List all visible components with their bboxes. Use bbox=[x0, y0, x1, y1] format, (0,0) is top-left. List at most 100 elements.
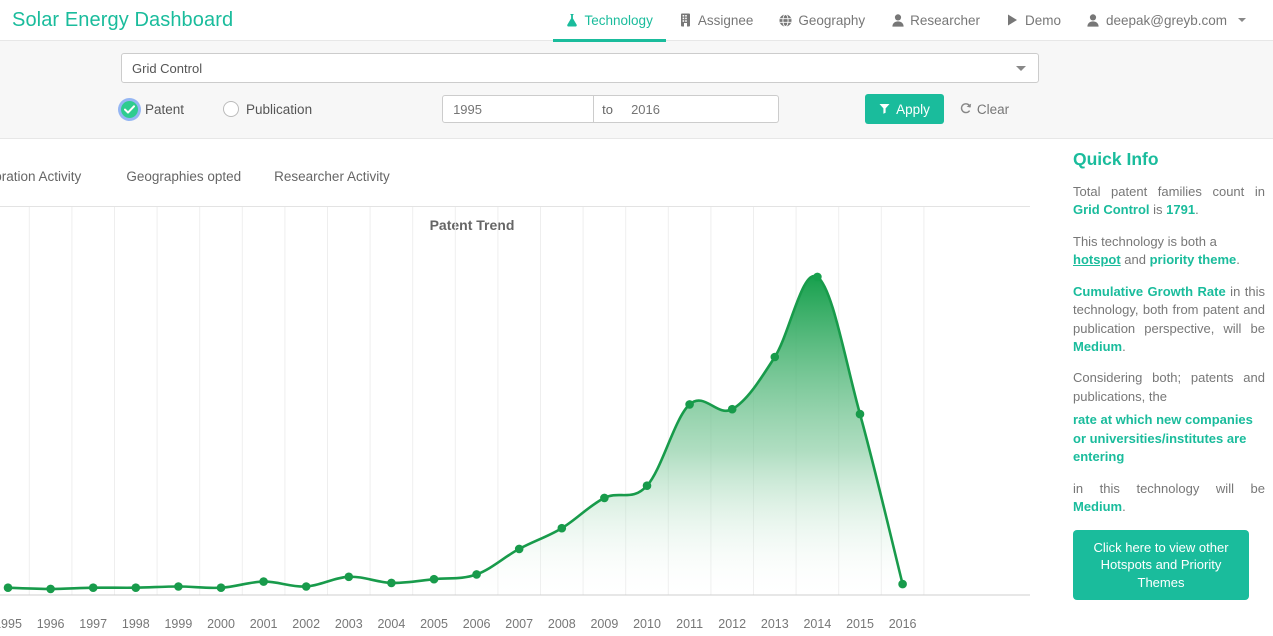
chart-point-2014[interactable] bbox=[813, 272, 822, 282]
top-navbar: Solar Energy Dashboard Technology Assign… bbox=[0, 0, 1273, 42]
nav-item-user-account[interactable]: deepak@greyb.com bbox=[1074, 0, 1259, 41]
chart-point-2001[interactable] bbox=[259, 577, 268, 586]
nav-label: Assignee bbox=[697, 12, 754, 28]
chart-point-1997[interactable] bbox=[88, 583, 98, 592]
qi-text: and bbox=[1120, 252, 1150, 268]
technology-select-value: Grid Control bbox=[132, 60, 203, 76]
chart-x-axis-labels: 1995 1996 1997 1998 1999 2000 2001 2002 2003 2004… bbox=[0, 617, 1030, 633]
hotspot-link[interactable]: hotspot bbox=[1073, 252, 1121, 267]
chart-point-2003[interactable] bbox=[344, 572, 354, 582]
qi-entry-rate: rate at which new companies or universit… bbox=[1073, 412, 1253, 465]
apply-button-label: Apply bbox=[896, 101, 930, 117]
play-icon bbox=[1006, 13, 1019, 27]
publication-radio[interactable] bbox=[223, 101, 240, 117]
qi-text: in this technology will be bbox=[1073, 480, 1265, 496]
tab-geographies-opted[interactable]: Geographies opted bbox=[126, 169, 241, 198]
document-type-options: Patent Publication bbox=[121, 100, 312, 118]
tab-researcher-activity[interactable]: Researcher Activity bbox=[274, 169, 390, 198]
patent-label: Patent bbox=[145, 101, 185, 117]
quick-info-total-count: Total patent families count in Grid Cont… bbox=[1073, 183, 1265, 220]
x-axis-label-2007: 2007 bbox=[505, 617, 534, 631]
chart-point-2008[interactable] bbox=[557, 523, 567, 533]
apply-button[interactable]: Apply bbox=[865, 94, 944, 124]
nav-item-researcher[interactable]: Researcher bbox=[878, 0, 993, 41]
qi-priority-theme: priority theme bbox=[1149, 252, 1237, 268]
chart-point-2011[interactable] bbox=[685, 400, 694, 409]
main-content: Collaboration Activity Geographies opted… bbox=[0, 139, 1273, 636]
chart-point-2010[interactable] bbox=[642, 481, 652, 491]
x-axis-label-2006: 2006 bbox=[462, 617, 491, 631]
nav-item-geography[interactable]: Geography bbox=[766, 0, 878, 41]
section-tabs: Collaboration Activity Geographies opted… bbox=[0, 169, 1030, 207]
nav-label: deepak@greyb.com bbox=[1105, 12, 1227, 28]
chart-point-2015[interactable] bbox=[855, 409, 865, 419]
qi-text: Total patent families count in bbox=[1073, 183, 1265, 199]
qi-entry-rate-value: Medium bbox=[1073, 499, 1123, 515]
chart-point-2004[interactable] bbox=[387, 578, 396, 588]
qi-patent-count: 1791 bbox=[1166, 202, 1196, 218]
chart-point-1999[interactable] bbox=[174, 582, 183, 591]
technology-select[interactable]: Grid Control bbox=[121, 53, 1039, 83]
chart-point-2016[interactable] bbox=[898, 579, 907, 589]
nav-item-demo[interactable]: Demo bbox=[993, 0, 1074, 41]
clear-button[interactable]: Clear bbox=[960, 102, 1009, 117]
filter-bar: Grid Control Patent Publication to bbox=[0, 41, 1273, 139]
chart-point-2005[interactable] bbox=[429, 574, 439, 584]
x-axis-label-2014: 2014 bbox=[803, 617, 832, 631]
nav-label: Geography bbox=[798, 12, 866, 28]
qi-text: . bbox=[1236, 252, 1240, 268]
chart-point-1998[interactable] bbox=[131, 583, 141, 592]
chart-svg bbox=[0, 207, 1030, 596]
chart-point-2000[interactable] bbox=[216, 583, 226, 592]
building-icon bbox=[679, 13, 692, 27]
x-axis-label-1997: 1997 bbox=[79, 617, 108, 631]
patent-option[interactable]: Patent bbox=[121, 100, 185, 118]
qi-technology-name: Grid Control bbox=[1073, 202, 1150, 218]
x-axis-label-2005: 2005 bbox=[420, 617, 448, 631]
x-axis-label-2015: 2015 bbox=[846, 617, 874, 631]
x-axis-label-2009: 2009 bbox=[590, 617, 619, 631]
chart-point-1996[interactable] bbox=[46, 584, 55, 594]
chart-point-2007[interactable] bbox=[514, 544, 524, 554]
qi-text: . bbox=[1122, 499, 1126, 515]
globe-icon bbox=[779, 13, 792, 27]
publication-label: Publication bbox=[246, 101, 313, 117]
refresh-icon bbox=[960, 102, 972, 117]
x-axis-label-2011: 2011 bbox=[676, 617, 704, 631]
qi-text: . bbox=[1195, 202, 1199, 218]
chart-plot-area bbox=[0, 207, 1030, 636]
x-axis-label-2012: 2012 bbox=[718, 617, 747, 631]
x-axis-label-1999: 1999 bbox=[164, 617, 193, 631]
chart-point-2013[interactable] bbox=[770, 352, 780, 362]
quick-info-title: Quick Info bbox=[1073, 149, 1159, 169]
chart-point-1995[interactable] bbox=[3, 583, 13, 592]
user-icon bbox=[891, 13, 904, 27]
chart-point-2002[interactable] bbox=[301, 582, 311, 591]
nav-item-assignee[interactable]: Assignee bbox=[666, 0, 767, 41]
quick-info-panel: Quick Info Total patent families count i… bbox=[1065, 139, 1273, 636]
qi-btn-line1: Click here to view other bbox=[1093, 539, 1229, 555]
x-axis-label-1998: 1998 bbox=[121, 617, 150, 631]
chart-point-2006[interactable] bbox=[472, 570, 481, 579]
date-to-input[interactable] bbox=[621, 95, 780, 123]
navbar-menu: Technology Assignee Geography Researcher bbox=[552, 0, 1259, 42]
date-from-input[interactable] bbox=[442, 95, 595, 123]
nav-label: Researcher bbox=[910, 12, 980, 28]
qi-cagr-value: Medium bbox=[1073, 339, 1123, 355]
x-axis-label-2003: 2003 bbox=[334, 617, 363, 631]
qi-text: . bbox=[1122, 339, 1126, 355]
quick-info-growth-rate: Cumulative Growth Rate in this technolog… bbox=[1073, 283, 1265, 357]
tab-collaboration-activity[interactable]: Collaboration Activity bbox=[0, 169, 81, 198]
view-hotspots-button[interactable]: Click here to view other Hotspots and Pr… bbox=[1073, 529, 1249, 601]
x-axis-label-2010: 2010 bbox=[633, 617, 661, 631]
nav-item-technology[interactable]: Technology bbox=[552, 0, 667, 42]
user-icon bbox=[1087, 13, 1100, 27]
patent-checkbox[interactable] bbox=[121, 100, 138, 118]
date-range-group: to bbox=[442, 95, 780, 123]
x-axis-label-1996: 1996 bbox=[36, 617, 65, 631]
chart-point-2012[interactable] bbox=[727, 404, 737, 414]
filter-icon bbox=[879, 102, 890, 117]
chart-point-2009[interactable] bbox=[600, 493, 609, 503]
x-axis-label-2008: 2008 bbox=[547, 617, 576, 631]
publication-option[interactable]: Publication bbox=[223, 101, 312, 117]
